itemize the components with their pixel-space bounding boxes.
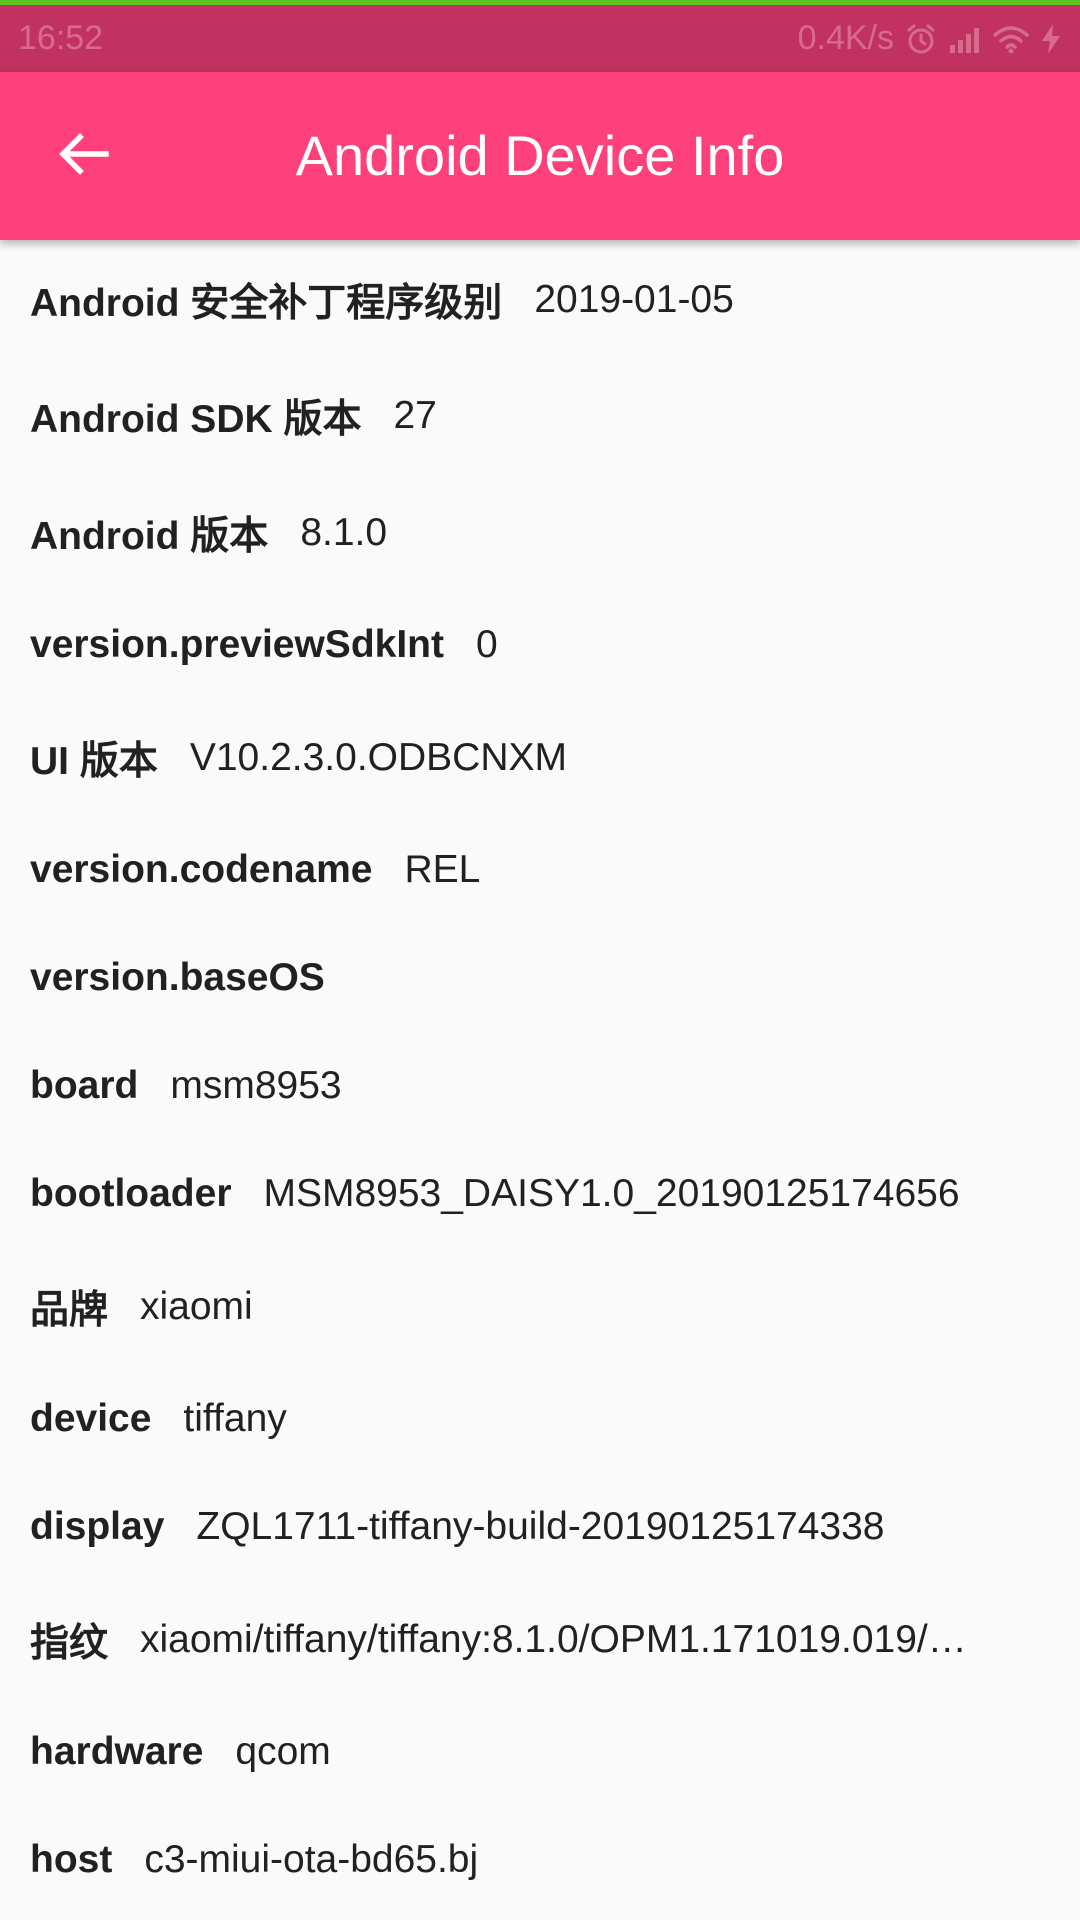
info-key: UI 版本 bbox=[30, 740, 158, 783]
page-title: Android Device Info bbox=[295, 124, 785, 187]
info-row: 指纹 xiaomi/tiffany/tiffany:8.1.0/OPM1.1710… bbox=[0, 1610, 1080, 1670]
info-row: display ZQL1711-tiffany-build-20190125174… bbox=[0, 1497, 1080, 1557]
info-row: board msm8953 bbox=[0, 1056, 1080, 1116]
info-key: board bbox=[30, 1064, 139, 1107]
info-key: Android 安全补丁程序级别 bbox=[30, 282, 503, 325]
info-value: 27 bbox=[393, 394, 437, 437]
info-value: ZQL1711-tiffany-build-20190125174338 bbox=[196, 1505, 885, 1548]
info-value: tiffany bbox=[183, 1397, 287, 1440]
info-key: Android SDK 版本 bbox=[30, 398, 362, 441]
info-key: host bbox=[30, 1838, 113, 1881]
info-value: qcom bbox=[235, 1730, 331, 1773]
status-bar: 16:52 0.4K/s bbox=[0, 5, 1080, 72]
info-value: msm8953 bbox=[170, 1064, 342, 1107]
info-value: xiaomi/tiffany/tiffany:8.1.0/OPM1.171019… bbox=[140, 1618, 967, 1661]
info-row: UI 版本 V10.2.3.0.ODBCNXM bbox=[0, 728, 1080, 788]
network-speed: 0.4K/s bbox=[797, 19, 894, 57]
info-key: 指纹 bbox=[30, 1622, 109, 1665]
info-value: c3-miui-ota-bd65.bj bbox=[144, 1838, 479, 1881]
info-value: V10.2.3.0.ODBCNXM bbox=[189, 736, 567, 779]
info-key: version.baseOS bbox=[30, 956, 325, 999]
info-value: 0 bbox=[475, 623, 498, 666]
info-key: device bbox=[30, 1397, 152, 1440]
info-row: hardware qcom bbox=[0, 1722, 1080, 1782]
signal-icon bbox=[948, 25, 982, 53]
info-key: display bbox=[30, 1505, 165, 1548]
info-value: MSM8953_DAISY1.0_20190125174656 bbox=[263, 1172, 960, 1215]
screen: 16:52 0.4K/s Android Device Info Android… bbox=[0, 0, 1080, 1920]
charging-icon bbox=[1040, 23, 1062, 55]
app-bar: Android Device Info bbox=[0, 72, 1080, 240]
info-row: host c3-miui-ota-bd65.bj bbox=[0, 1830, 1080, 1890]
info-row: Android SDK 版本 27 bbox=[0, 386, 1080, 446]
status-icons: 0.4K/s bbox=[798, 19, 1062, 58]
info-value: xiaomi bbox=[140, 1285, 253, 1328]
info-key: bootloader bbox=[30, 1172, 232, 1215]
info-row: bootloader MSM8953_DAISY1.0_2019012517465… bbox=[0, 1164, 1080, 1224]
info-row: version.previewSdkInt 0 bbox=[0, 615, 1080, 675]
info-row: Android 版本 8.1.0 bbox=[0, 503, 1080, 563]
info-value: 2019-01-05 bbox=[534, 278, 734, 321]
info-row: device tiffany bbox=[0, 1389, 1080, 1449]
wifi-icon bbox=[992, 24, 1030, 54]
info-key: Android 版本 bbox=[30, 515, 269, 558]
info-row: Android 安全补丁程序级别 2019-01-05 bbox=[0, 270, 1080, 330]
status-time: 16:52 bbox=[18, 19, 104, 57]
info-value: REL bbox=[404, 848, 481, 891]
info-key: hardware bbox=[30, 1730, 204, 1773]
alarm-icon bbox=[904, 22, 938, 56]
info-row: version.codename REL bbox=[0, 840, 1080, 900]
info-key: version.codename bbox=[30, 848, 373, 891]
info-key: version.previewSdkInt bbox=[30, 623, 444, 666]
info-row: 品牌 xiaomi bbox=[0, 1277, 1080, 1337]
info-key: 品牌 bbox=[30, 1289, 109, 1332]
info-value: 8.1.0 bbox=[300, 511, 388, 554]
info-row: version.baseOS bbox=[0, 948, 1080, 1008]
